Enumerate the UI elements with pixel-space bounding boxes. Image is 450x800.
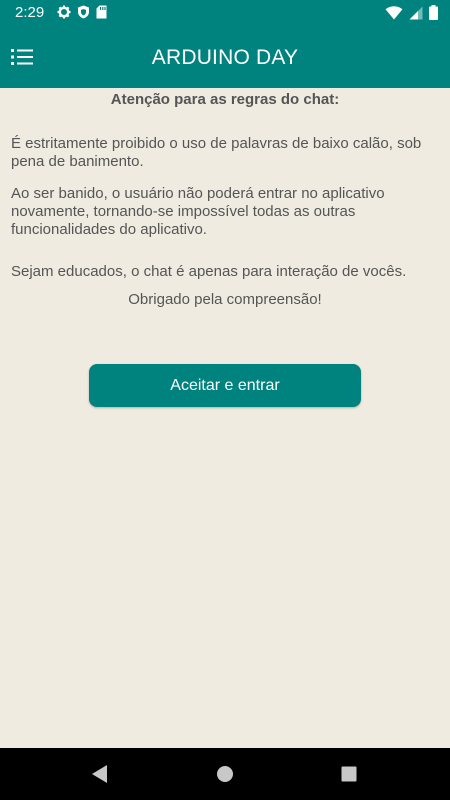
back-icon — [87, 765, 111, 790]
nav-recents-button[interactable] — [337, 762, 361, 786]
status-icons-left — [57, 5, 107, 24]
accept-and-enter-button[interactable]: Aceitar e entrar — [89, 364, 361, 407]
gear-icon — [57, 5, 71, 24]
home-icon — [213, 766, 237, 790]
thanks-text: Obrigado pela compreensão! — [128, 291, 322, 308]
nav-back-button[interactable] — [87, 762, 111, 786]
sd-card-icon — [96, 5, 107, 24]
app-bar: ARDUINO DAY — [0, 26, 450, 88]
shield-icon — [77, 5, 90, 24]
wifi-icon — [385, 5, 403, 25]
rules-paragraph: Sejam educados, o chat é apenas para int… — [11, 263, 407, 280]
cell-signal-icon — [409, 6, 423, 25]
status-time: 2:29 — [15, 4, 45, 21]
system-nav-bar — [0, 748, 450, 800]
nav-home-button[interactable] — [213, 762, 237, 786]
status-icons-right — [385, 5, 438, 25]
rules-heading: Atenção para as regras do chat: — [110, 91, 340, 108]
rules-paragraph: É estritamente proibido o uso de palavra… — [11, 135, 422, 170]
app-title: ARDUINO DAY — [151, 46, 299, 69]
recents-icon — [337, 766, 361, 790]
battery-icon — [429, 5, 438, 25]
status-bar: 2:29 — [0, 0, 450, 26]
rules-paragraph: Ao ser banido, o usuário não poderá entr… — [11, 185, 385, 238]
